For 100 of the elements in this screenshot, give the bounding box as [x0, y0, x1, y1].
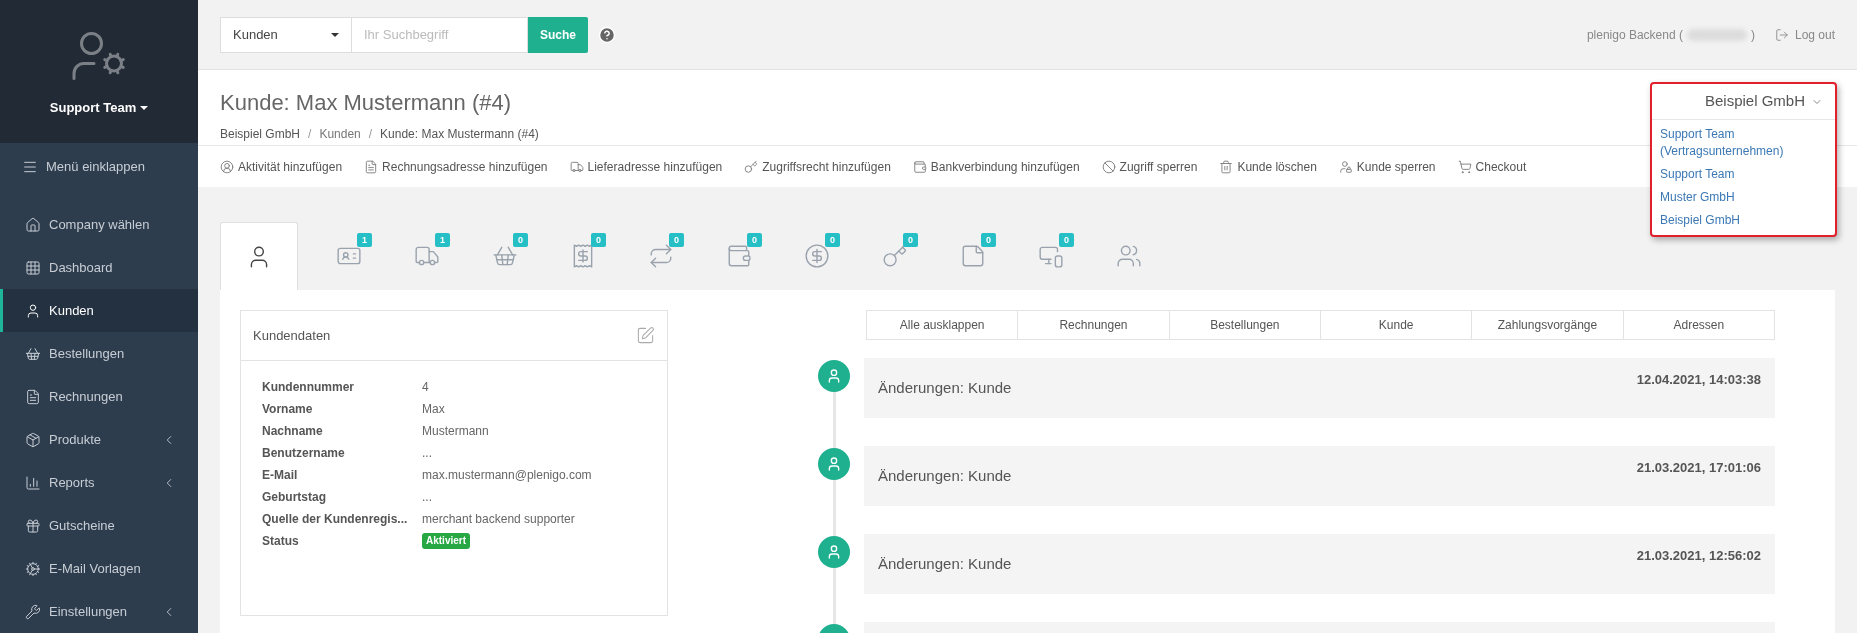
account-label-end: ): [1750, 26, 1755, 44]
filter-button[interactable]: Bestellungen: [1168, 311, 1320, 339]
breadcrumb-separator: /: [368, 126, 373, 143]
breadcrumb-link[interactable]: Beispiel GmbH: [220, 125, 301, 143]
gift-icon: [25, 517, 41, 534]
field-label: Kundennummer: [262, 379, 355, 396]
sidebar-item[interactable]: Bestellungen: [0, 332, 198, 375]
filter-button[interactable]: Rechnungen: [1017, 311, 1169, 339]
breadcrumb-link[interactable]: Kunden: [319, 125, 361, 143]
toolbar-action[interactable]: Rechnungsadresse hinzufügen: [364, 157, 548, 176]
gears-icon: [25, 560, 41, 577]
document-icon: [25, 388, 41, 405]
sidebar-item[interactable]: Kunden: [0, 289, 198, 332]
count-badge: 0: [981, 233, 996, 247]
toolbar-action[interactable]: Kunde sperren: [1338, 157, 1436, 176]
count-badge: 0: [1059, 233, 1074, 247]
breadcrumb-current: Kunde: Max Mustermann (#4): [380, 126, 539, 143]
cart-icon: [1457, 159, 1472, 174]
toolbar-action[interactable]: Bankverbindung hinzufügen: [912, 157, 1080, 176]
wallet-icon: [912, 159, 927, 174]
search-scope-select[interactable]: Kunden: [220, 16, 352, 53]
field-value: Max: [422, 401, 445, 418]
status-badge: Aktiviert: [422, 533, 470, 549]
count-badge: 0: [747, 233, 762, 247]
count-badge: 1: [357, 233, 372, 247]
ban-icon: [1101, 159, 1116, 174]
count-badge: 0: [591, 233, 606, 247]
user-icon: [220, 159, 234, 174]
house-icon: [25, 216, 41, 233]
breadcrumb-separator: /: [308, 126, 312, 143]
sidebar-item[interactable]: Dashboard: [0, 246, 198, 289]
count-badge: 0: [513, 233, 528, 247]
filter-button[interactable]: Adressen: [1622, 311, 1774, 339]
sidebar-item[interactable]: Einstellungen: [0, 590, 198, 633]
toolbar-action[interactable]: Kunde löschen: [1219, 157, 1317, 176]
field-value: ...: [422, 489, 432, 506]
edit-icon[interactable]: [636, 326, 655, 345]
toolbar-action[interactable]: Aktivität hinzufügen: [220, 157, 343, 176]
repeat-icon: [648, 243, 674, 269]
timeline-date: 21.03.2021, 12:56:02: [1636, 547, 1761, 565]
page-title: Kunde: Max Mustermann (#4): [220, 89, 512, 117]
toolbar-action[interactable]: Checkout: [1457, 157, 1527, 176]
count-badge: 0: [669, 233, 684, 247]
package-icon: [25, 431, 41, 448]
sidebar-item[interactable]: Company wählen: [0, 203, 198, 246]
toolbar-action[interactable]: Zugriff sperren: [1101, 157, 1198, 176]
toolbar-action[interactable]: Lieferadresse hinzufügen: [569, 157, 723, 176]
user-icon: [25, 302, 41, 319]
count-badge: 0: [825, 233, 840, 247]
field-label: Geburtstag: [262, 489, 327, 506]
sidebar-item[interactable]: Produkte: [0, 418, 198, 461]
timeline-entry-title: Änderungen: Kunde: [878, 377, 1012, 398]
caret-icon: [140, 105, 149, 110]
timeline-entry-title: Änderungen: Kunde: [878, 553, 1012, 574]
filter-button[interactable]: Zahlungsvorgänge: [1471, 311, 1623, 339]
company-option[interactable]: Support Team: [1660, 166, 1827, 183]
field-label: Benutzername: [262, 445, 346, 462]
field-value: max.mustermann@plenigo.com: [422, 467, 592, 484]
company-select[interactable]: Beispiel GmbH: [1652, 84, 1835, 120]
company-option[interactable]: Support Team (Vertragsunternehmen): [1660, 126, 1827, 160]
timeline-date: 21.03.2021, 17:01:06: [1636, 459, 1761, 477]
key-icon: [744, 159, 759, 174]
tab[interactable]: [220, 222, 298, 290]
timeline-user-icon: [818, 448, 850, 480]
filter-button[interactable]: Kunde: [1320, 311, 1472, 339]
field-value: ...: [422, 445, 432, 462]
toolbar-action[interactable]: Zugriffsrecht hinzufügen: [744, 157, 891, 176]
note-icon: [960, 243, 986, 269]
sidebar-item[interactable]: Reports: [0, 461, 198, 504]
filter-button[interactable]: Alle ausklappen: [867, 311, 1018, 339]
truck-icon: [569, 159, 584, 174]
collapse-menu-button[interactable]: Menü einklappen: [0, 143, 198, 191]
wallet-icon: [726, 243, 752, 269]
account-label: plenigo Backend (: [1586, 26, 1683, 44]
dollar-icon: [804, 243, 830, 269]
timeline-user-icon: [818, 360, 850, 392]
search-field[interactable]: Ihr Suchbegriff: [352, 16, 528, 53]
user-lock-icon: [1338, 159, 1353, 174]
timeline-user-icon: [818, 536, 850, 568]
basket-icon: [25, 345, 41, 362]
sidebar-item[interactable]: Gutscheine: [0, 504, 198, 547]
field-label: Nachname: [262, 423, 324, 440]
field-value: merchant backend supporter: [422, 511, 575, 528]
company-option[interactable]: Muster GmbH: [1660, 189, 1827, 206]
help-icon[interactable]: [598, 25, 616, 44]
logout-icon: [1774, 27, 1789, 42]
users-icon: [1116, 243, 1142, 269]
trash-icon: [1219, 159, 1234, 174]
count-badge: 0: [903, 233, 918, 247]
timeline-entry-title: Änderungen: Kunde: [878, 465, 1012, 486]
bar-chart-icon: [25, 474, 41, 491]
field-value: 4: [422, 379, 429, 396]
key-icon: [882, 243, 908, 269]
company-option[interactable]: Beispiel GmbH: [1660, 212, 1827, 229]
team-menu[interactable]: Support Team: [49, 97, 149, 118]
timeline-date: 12.04.2021, 14:03:38: [1636, 371, 1761, 389]
count-badge: 1: [435, 233, 450, 247]
sidebar-item[interactable]: Rechnungen: [0, 375, 198, 418]
sidebar-item[interactable]: E-Mail Vorlagen: [0, 547, 198, 590]
field-label: Status: [262, 533, 300, 550]
